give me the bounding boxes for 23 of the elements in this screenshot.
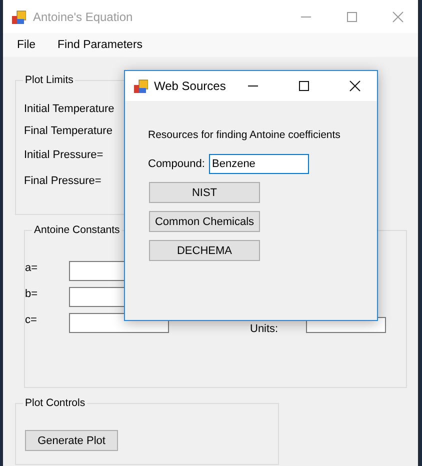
dialog-title: Web Sources [154, 79, 226, 93]
compound-field[interactable]: Benzene [209, 154, 309, 174]
field-label: a= [25, 261, 39, 275]
close-icon[interactable] [349, 80, 361, 92]
app-icon [134, 79, 148, 93]
generate-plot-button[interactable]: Generate Plot [25, 430, 118, 451]
app-icon [12, 10, 26, 24]
description-text: Resources for finding Antoine coefficients [148, 128, 340, 142]
menu-item[interactable]: Find Parameters [56, 39, 145, 51]
field-label: Final Pressure= [24, 174, 102, 189]
field-label: Compound: [148, 157, 206, 171]
menu-item[interactable]: File [15, 39, 38, 51]
source-button[interactable]: Common Chemicals [149, 211, 260, 232]
field-label: b= [25, 287, 39, 301]
field-label: Final Temperature [24, 124, 112, 139]
field-label: Initial Pressure= [24, 148, 104, 163]
field-label: Units: [250, 322, 278, 336]
source-button[interactable]: DECHEMA [149, 240, 260, 261]
maximize-icon[interactable] [298, 80, 310, 92]
field-label: Initial Temperature [24, 102, 114, 117]
window-title: Antoine's Equation [33, 10, 133, 24]
source-button[interactable]: NIST [149, 182, 260, 203]
field-label: c= [25, 313, 38, 327]
